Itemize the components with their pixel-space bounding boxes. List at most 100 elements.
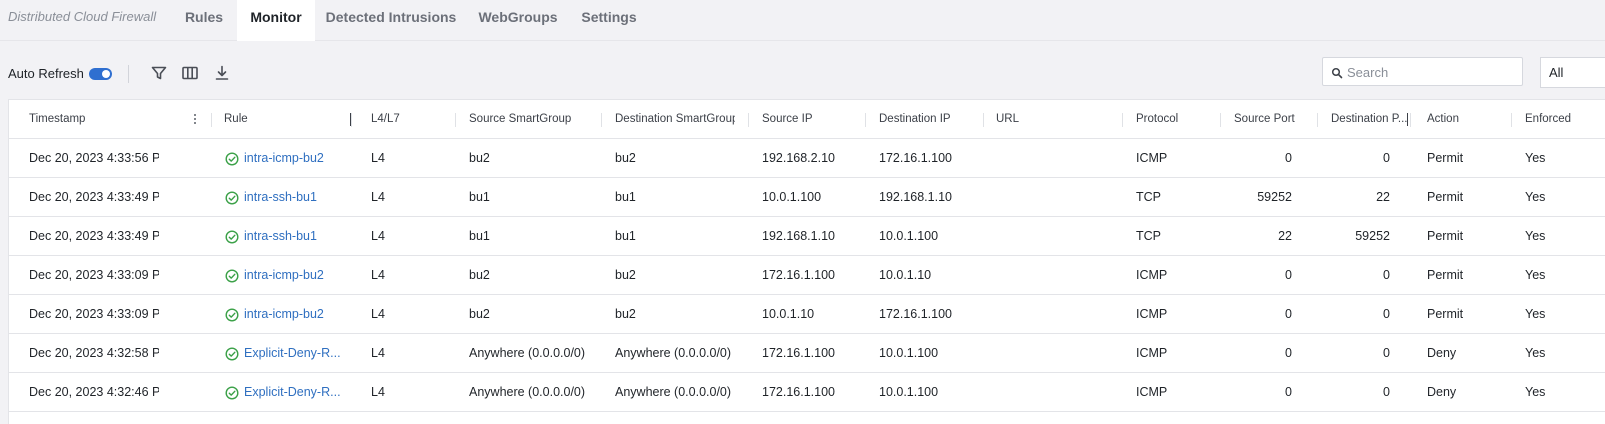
source-port-cell: 59252 (1257, 190, 1292, 204)
destination-smartgroup-cell: bu2 (615, 151, 636, 165)
url-cell (996, 373, 1126, 412)
source-smartgroup-cell: bu2 (469, 268, 490, 282)
filter-icon[interactable] (150, 64, 168, 82)
app-title: Distributed Cloud Firewall (8, 9, 157, 24)
destination-smartgroup-cell: bu1 (615, 190, 636, 204)
destination-ip-cell: 172.16.1.100 (879, 307, 952, 321)
col-enforced-header[interactable]: Enforced (1525, 100, 1605, 139)
destination-ip-cell: 10.0.1.10 (879, 268, 932, 282)
column-resize-handle[interactable] (1122, 113, 1123, 127)
col-destination-ip-header[interactable]: Destination IP (879, 100, 999, 139)
column-menu-icon[interactable] (194, 114, 197, 126)
col-destination-port-header[interactable]: Destination P... (1331, 100, 1413, 139)
rule-link[interactable]: intra-ssh-bu1 (244, 217, 317, 256)
column-resize-handle[interactable] (1410, 113, 1411, 127)
search-input[interactable] (1347, 62, 1517, 82)
source-smartgroup-cell: Anywhere (0.0.0.0/0) (469, 385, 586, 399)
rule-link[interactable]: intra-ssh-bu1 (244, 178, 317, 217)
rule-link[interactable]: Explicit-Deny-R... (244, 334, 341, 373)
col-url-header[interactable]: URL (996, 100, 1116, 139)
logs-table: Timestamp Rule L4/L7 Source SmartGroup Desti… (8, 99, 1605, 424)
url-cell (996, 217, 1126, 256)
check-circle-icon (225, 308, 239, 322)
timestamp-cell: Dec 20, 2023 4:32:46 PM (29, 385, 159, 399)
rule-link[interactable]: intra-icmp-bu2 (244, 256, 324, 295)
filter-select[interactable]: All (1540, 57, 1605, 88)
rule-link[interactable]: intra-icmp-bu2 (244, 139, 324, 178)
enforced-cell: Yes (1525, 268, 1546, 282)
table-row[interactable]: Dec 20, 2023 4:33:09 PM intra-icmp-bu2 L4 b… (9, 256, 1605, 295)
destination-smartgroup-cell: bu1 (615, 229, 636, 243)
url-cell (996, 256, 1126, 295)
column-resize-handle[interactable] (1220, 113, 1221, 127)
source-ip-cell: 10.0.1.10 (762, 307, 815, 321)
check-circle-icon (225, 191, 239, 205)
source-ip-cell: 192.168.2.10 (762, 151, 835, 165)
column-resize-handle[interactable] (865, 113, 866, 127)
check-circle-icon (225, 230, 239, 244)
destination-port-cell: 0 (1383, 385, 1390, 399)
rule-link[interactable]: intra-icmp-bu2 (244, 295, 324, 334)
table-row[interactable]: Dec 20, 2023 4:32:46 PM Explicit-Deny-R..… (9, 373, 1605, 412)
check-circle-icon (225, 152, 239, 166)
search-field[interactable] (1322, 57, 1523, 86)
table-row[interactable]: Dec 20, 2023 4:33:49 PM intra-ssh-bu1 L4 bu… (9, 178, 1605, 217)
col-rule-header[interactable]: Rule (224, 100, 344, 139)
enforced-cell: Yes (1525, 190, 1546, 204)
tab-detected-intrusions[interactable]: Detected Intrusions (318, 0, 464, 41)
destination-ip-cell: 10.0.1.100 (879, 385, 939, 399)
check-circle-icon (225, 386, 239, 400)
url-cell (996, 178, 1126, 217)
table-row[interactable]: Dec 20, 2023 4:32:58 PM Explicit-Deny-R..… (9, 334, 1605, 373)
source-ip-cell: 192.168.1.10 (762, 229, 835, 243)
tab-monitor[interactable]: Monitor (237, 0, 315, 41)
destination-ip-cell: 10.0.1.100 (879, 346, 939, 360)
tab-webgroups[interactable]: WebGroups (467, 0, 569, 41)
destination-ip-cell: 172.16.1.100 (879, 151, 952, 165)
download-icon[interactable] (213, 64, 231, 82)
col-destination-smartgroup-header[interactable]: Destination SmartGroup (615, 100, 735, 139)
check-circle-icon (225, 269, 239, 283)
source-port-cell: 0 (1285, 346, 1292, 360)
column-resize-handle[interactable] (211, 113, 212, 127)
top-nav: Distributed Cloud Firewall Rules Monitor… (0, 0, 1605, 41)
search-icon (1331, 66, 1343, 79)
column-resize-handle[interactable] (1317, 113, 1318, 127)
destination-ip-cell: 192.168.1.10 (879, 190, 952, 204)
tab-settings[interactable]: Settings (572, 0, 646, 41)
column-resize-handle-active[interactable] (350, 113, 351, 126)
column-resize-handle-active[interactable] (1407, 113, 1408, 126)
timestamp-cell: Dec 20, 2023 4:33:09 PM (29, 307, 159, 321)
tab-rules[interactable]: Rules (172, 0, 236, 41)
column-resize-handle[interactable] (1511, 113, 1512, 127)
column-resize-handle[interactable] (455, 113, 456, 127)
source-smartgroup-cell: Anywhere (0.0.0.0/0) (469, 346, 586, 360)
source-ip-cell: 172.16.1.100 (762, 385, 835, 399)
destination-ip-cell: 10.0.1.100 (879, 229, 939, 243)
table-row[interactable]: Dec 20, 2023 4:33:49 PM intra-ssh-bu1 L4 bu… (9, 217, 1605, 256)
col-source-smartgroup-header[interactable]: Source SmartGroup (469, 100, 589, 139)
timestamp-cell: Dec 20, 2023 4:33:09 PM (29, 268, 159, 282)
source-ip-cell: 172.16.1.100 (762, 268, 835, 282)
column-resize-handle[interactable] (351, 113, 352, 127)
source-smartgroup-cell: bu1 (469, 229, 490, 243)
rule-link[interactable]: Explicit-Deny-R... (244, 373, 341, 412)
column-resize-handle[interactable] (748, 113, 749, 127)
column-resize-handle[interactable] (983, 113, 984, 127)
enforced-cell: Yes (1525, 307, 1546, 321)
table-row[interactable]: Dec 20, 2023 4:33:56 PM intra-icmp-bu2 L4 b… (9, 139, 1605, 178)
toolbar-divider (128, 65, 129, 83)
auto-refresh-toggle[interactable] (89, 68, 112, 80)
col-timestamp-header[interactable]: Timestamp (29, 100, 149, 139)
columns-icon[interactable] (181, 64, 199, 82)
column-resize-handle[interactable] (601, 113, 602, 127)
source-smartgroup-cell: bu2 (469, 151, 490, 165)
source-port-cell: 0 (1285, 268, 1292, 282)
table-header: Timestamp Rule L4/L7 Source SmartGroup Desti… (9, 100, 1605, 139)
destination-port-cell: 0 (1383, 151, 1390, 165)
enforced-cell: Yes (1525, 229, 1546, 243)
table-row[interactable]: Dec 20, 2023 4:33:09 PM intra-icmp-bu2 L4 b… (9, 295, 1605, 334)
destination-port-cell: 59252 (1355, 229, 1390, 243)
col-source-ip-header[interactable]: Source IP (762, 100, 882, 139)
destination-port-cell: 0 (1383, 307, 1390, 321)
